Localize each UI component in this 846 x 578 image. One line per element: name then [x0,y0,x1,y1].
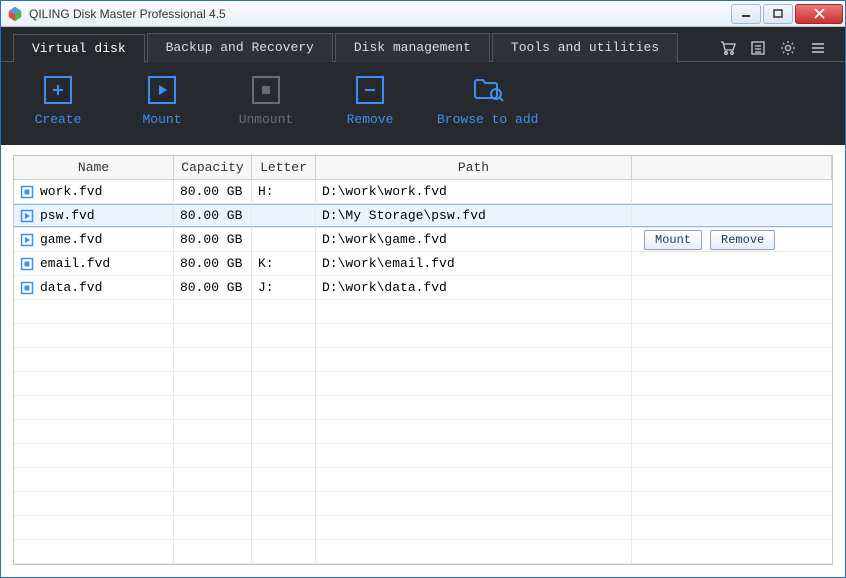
menu-icon[interactable] [809,39,827,57]
header-right-icons [719,39,833,57]
disk-icon [20,281,34,295]
disk-grid: Name Capacity Letter Path work.fvd80.00 … [13,155,833,565]
gear-icon[interactable] [779,39,797,57]
cell-actions [632,180,832,203]
cell-name: work.fvd [14,180,174,203]
app-icon [7,6,23,22]
empty-row [14,540,832,564]
tab-virtual-disk[interactable]: Virtual disk [13,34,145,63]
cell-capacity: 80.00 GB [174,204,252,227]
toolbar-label: Mount [142,112,181,127]
col-header-path[interactable]: Path [316,156,632,179]
cell-actions [632,204,832,227]
cell-name: game.fvd [14,228,174,251]
col-header-capacity[interactable]: Capacity [174,156,252,179]
minus-icon [356,76,384,104]
table-row[interactable]: game.fvd80.00 GBD:\work\game.fvdMount Re… [14,228,832,252]
cell-name: data.fvd [14,276,174,299]
cell-capacity: 80.00 GB [174,252,252,275]
empty-row [14,324,832,348]
cell-letter: J: [252,276,316,299]
mount-button[interactable]: Mount [644,230,702,250]
table-row[interactable]: work.fvd80.00 GBH:D:\work\work.fvd [14,180,832,204]
close-button[interactable] [795,4,843,24]
disk-icon [20,185,34,199]
tab-backup-and-recovery[interactable]: Backup and Recovery [147,33,333,62]
cell-path: D:\work\work.fvd [316,180,632,203]
cell-capacity: 80.00 GB [174,180,252,203]
content-area: Name Capacity Letter Path work.fvd80.00 … [1,145,845,577]
cell-capacity: 80.00 GB [174,228,252,251]
toolbar-label: Create [35,112,82,127]
tab-disk-management[interactable]: Disk management [335,33,490,62]
window-title: QILING Disk Master Professional 4.5 [29,7,731,21]
cell-name: email.fvd [14,252,174,275]
empty-row [14,468,832,492]
toolbar: Create Mount Unmount Remove Browse to add [1,61,845,145]
cell-letter: K: [252,252,316,275]
plus-icon [44,76,72,104]
disk-icon [20,209,34,223]
disk-icon [20,233,34,247]
cell-actions [632,276,832,299]
empty-row [14,420,832,444]
play-icon [148,76,176,104]
tab-tools-and-utilities[interactable]: Tools and utilities [492,33,678,62]
empty-row [14,492,832,516]
table-row[interactable]: email.fvd80.00 GBK:D:\work\email.fvd [14,252,832,276]
window-controls [731,4,843,24]
browse-icon [472,76,504,104]
cell-path: D:\work\data.fvd [316,276,632,299]
empty-row [14,444,832,468]
cell-letter [252,204,316,227]
table-row[interactable]: psw.fvd80.00 GB D:\My Storage\psw.fvd [14,204,832,228]
remove-button[interactable]: Remove [710,230,775,250]
toolbar-unmount[interactable]: Unmount [229,76,303,127]
maximize-button[interactable] [763,4,793,24]
toolbar-label: Unmount [239,112,294,127]
disk-icon [20,257,34,271]
minimize-button[interactable] [731,4,761,24]
toolbar-browse-to-add[interactable]: Browse to add [437,76,538,127]
empty-row [14,516,832,540]
cell-name: psw.fvd [14,204,174,227]
list-icon[interactable] [749,39,767,57]
titlebar[interactable]: QILING Disk Master Professional 4.5 [1,1,845,27]
cell-path: D:\work\email.fvd [316,252,632,275]
grid-header: Name Capacity Letter Path [14,156,832,180]
toolbar-label: Remove [347,112,394,127]
toolbar-mount[interactable]: Mount [125,76,199,127]
toolbar-remove[interactable]: Remove [333,76,407,127]
grid-body: work.fvd80.00 GBH:D:\work\work.fvdpsw.fv… [14,180,832,564]
empty-row [14,396,832,420]
col-header-letter[interactable]: Letter [252,156,316,179]
table-row[interactable]: data.fvd80.00 GBJ:D:\work\data.fvd [14,276,832,300]
cell-path: D:\My Storage\psw.fvd [316,204,632,227]
col-header-name[interactable]: Name [14,156,174,179]
cell-actions [632,252,832,275]
col-header-actions [632,156,832,179]
toolbar-label: Browse to add [437,112,538,127]
toolbar-create[interactable]: Create [21,76,95,127]
header-area: Virtual diskBackup and RecoveryDisk mana… [1,27,845,145]
cell-actions: Mount Remove [632,228,832,251]
cell-capacity: 80.00 GB [174,276,252,299]
app-window: QILING Disk Master Professional 4.5 Virt… [0,0,846,578]
cart-icon[interactable] [719,39,737,57]
empty-row [14,372,832,396]
cell-letter: H: [252,180,316,203]
cell-letter [252,228,316,251]
tabs-row: Virtual diskBackup and RecoveryDisk mana… [1,27,845,62]
empty-row [14,348,832,372]
cell-path: D:\work\game.fvd [316,228,632,251]
empty-row [14,300,832,324]
stop-icon [252,76,280,104]
